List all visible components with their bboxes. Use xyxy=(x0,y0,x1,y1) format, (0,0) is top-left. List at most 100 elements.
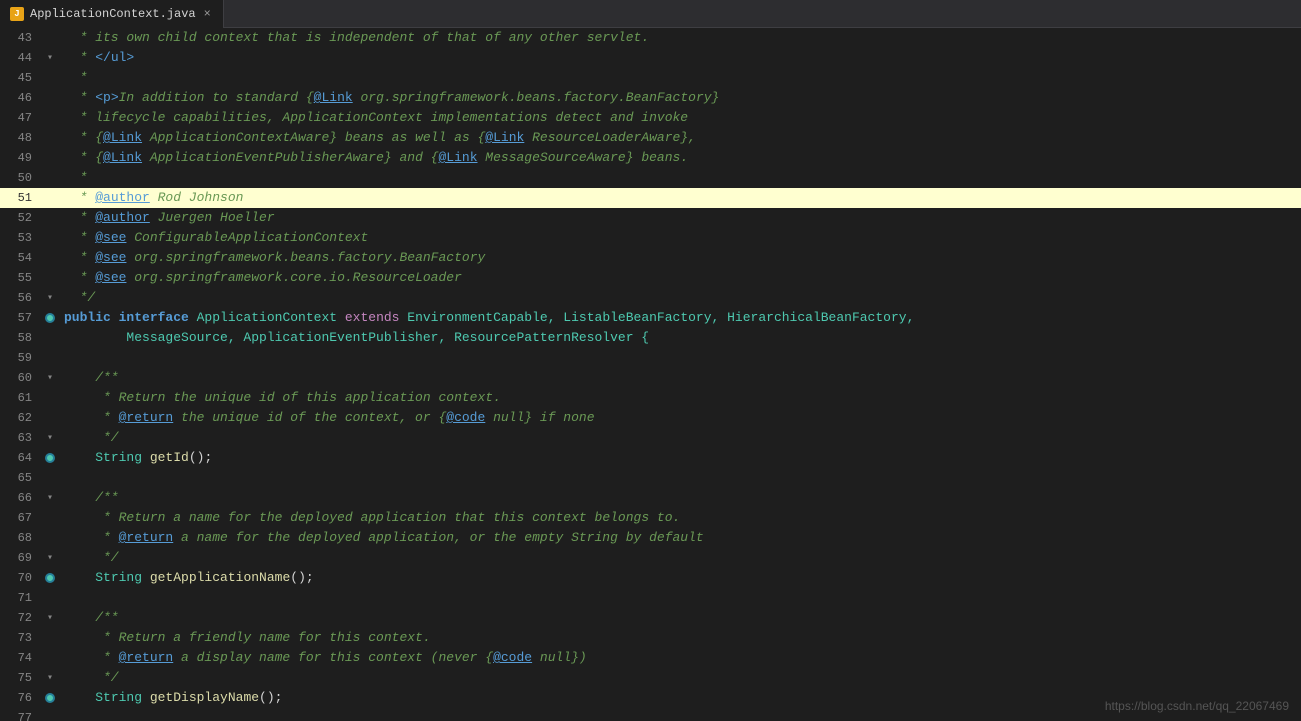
line-row: 65 xyxy=(0,468,1301,488)
line-number: 60 xyxy=(0,368,40,388)
line-content: */ xyxy=(60,428,1301,448)
line-row: 45 * xyxy=(0,68,1301,88)
line-number: 52 xyxy=(0,208,40,228)
fold-icon[interactable]: ▾ xyxy=(44,612,56,624)
line-number: 63 xyxy=(0,428,40,448)
line-content: * @author Rod Johnson xyxy=(60,188,1301,208)
line-number: 51 xyxy=(0,188,40,208)
line-row: 50 * xyxy=(0,168,1301,188)
fold-icon[interactable]: ▾ xyxy=(44,292,56,304)
fold-icon[interactable]: ▾ xyxy=(44,552,56,564)
line-number: 61 xyxy=(0,388,40,408)
line-number: 53 xyxy=(0,228,40,248)
line-number: 68 xyxy=(0,528,40,548)
line-row: 57public interface ApplicationContext ex… xyxy=(0,308,1301,328)
method-icon xyxy=(45,573,55,583)
line-row: 74 * @return a display name for this con… xyxy=(0,648,1301,668)
line-content: * <p>In addition to standard {@Link org.… xyxy=(60,88,1301,108)
line-number: 65 xyxy=(0,468,40,488)
line-row: 47 * lifecycle capabilities, Application… xyxy=(0,108,1301,128)
method-icon xyxy=(45,693,55,703)
line-row: 60▾ /** xyxy=(0,368,1301,388)
line-content xyxy=(60,348,1301,368)
line-row: 72▾ /** xyxy=(0,608,1301,628)
line-number: 57 xyxy=(0,308,40,328)
line-content: * @return the unique id of the context, … xyxy=(60,408,1301,428)
line-row: 43 * its own child context that is indep… xyxy=(0,28,1301,48)
method-icon xyxy=(45,453,55,463)
lines-container: 43 * its own child context that is indep… xyxy=(0,28,1301,721)
line-content xyxy=(60,588,1301,608)
line-number: 76 xyxy=(0,688,40,708)
line-content: * @return a name for the deployed applic… xyxy=(60,528,1301,548)
line-content: */ xyxy=(60,548,1301,568)
tab-bar: J ApplicationContext.java × xyxy=(0,0,1301,28)
line-content: * lifecycle capabilities, ApplicationCon… xyxy=(60,108,1301,128)
line-row: 51 * @author Rod Johnson xyxy=(0,188,1301,208)
line-number: 74 xyxy=(0,648,40,668)
line-number: 59 xyxy=(0,348,40,368)
watermark: https://blog.csdn.net/qq_22067469 xyxy=(1105,699,1289,713)
editor: 43 * its own child context that is indep… xyxy=(0,28,1301,721)
line-row: 54 * @see org.springframework.beans.fact… xyxy=(0,248,1301,268)
line-row: 46 * <p>In addition to standard {@Link o… xyxy=(0,88,1301,108)
line-row: 53 * @see ConfigurableApplicationContext xyxy=(0,228,1301,248)
line-content: /** xyxy=(60,488,1301,508)
line-content: * {@Link ApplicationContextAware} beans … xyxy=(60,128,1301,148)
line-content: String getId(); xyxy=(60,448,1301,468)
line-number: 62 xyxy=(0,408,40,428)
line-number: 73 xyxy=(0,628,40,648)
fold-icon[interactable]: ▾ xyxy=(44,672,56,684)
line-number: 47 xyxy=(0,108,40,128)
line-row: 52 * @author Juergen Hoeller xyxy=(0,208,1301,228)
line-row: 59 xyxy=(0,348,1301,368)
line-content: * </ul> xyxy=(60,48,1301,68)
line-content: */ xyxy=(60,288,1301,308)
line-number: 75 xyxy=(0,668,40,688)
line-number: 45 xyxy=(0,68,40,88)
line-content: MessageSource, ApplicationEventPublisher… xyxy=(60,328,1301,348)
line-number: 46 xyxy=(0,88,40,108)
line-row: 49 * {@Link ApplicationEventPublisherAwa… xyxy=(0,148,1301,168)
line-content: * xyxy=(60,168,1301,188)
java-file-icon: J xyxy=(10,7,24,21)
line-content: * its own child context that is independ… xyxy=(60,28,1301,48)
line-content: * Return the unique id of this applicati… xyxy=(60,388,1301,408)
line-row: 64 String getId(); xyxy=(0,448,1301,468)
line-number: 48 xyxy=(0,128,40,148)
fold-icon[interactable]: ▾ xyxy=(44,492,56,504)
line-content: * @see org.springframework.core.io.Resou… xyxy=(60,268,1301,288)
fold-icon[interactable]: ▾ xyxy=(44,372,56,384)
line-number: 64 xyxy=(0,448,40,468)
line-number: 55 xyxy=(0,268,40,288)
line-row: 67 * Return a name for the deployed appl… xyxy=(0,508,1301,528)
line-row: 44 ▾ * </ul> xyxy=(0,48,1301,68)
line-content: /** xyxy=(60,608,1301,628)
line-content: * @see org.springframework.beans.factory… xyxy=(60,248,1301,268)
line-number: 44 xyxy=(0,48,40,68)
line-row: 69▾ */ xyxy=(0,548,1301,568)
line-number: 43 xyxy=(0,28,40,48)
line-row: 58 MessageSource, ApplicationEventPublis… xyxy=(0,328,1301,348)
line-row: 55 * @see org.springframework.core.io.Re… xyxy=(0,268,1301,288)
line-number: 70 xyxy=(0,568,40,588)
line-row: 68 * @return a name for the deployed app… xyxy=(0,528,1301,548)
line-content: */ xyxy=(60,668,1301,688)
line-content: * @author Juergen Hoeller xyxy=(60,208,1301,228)
close-icon[interactable]: × xyxy=(202,5,213,23)
method-icon xyxy=(45,313,55,323)
file-tab[interactable]: J ApplicationContext.java × xyxy=(0,0,224,28)
line-content: * Return a friendly name for this contex… xyxy=(60,628,1301,648)
line-content: String getApplicationName(); xyxy=(60,568,1301,588)
line-row: 66 ▾ /** xyxy=(0,488,1301,508)
fold-icon[interactable]: ▾ xyxy=(44,432,56,444)
line-number: 66 xyxy=(0,488,40,508)
line-number: 54 xyxy=(0,248,40,268)
line-content xyxy=(60,468,1301,488)
line-content: * Return a name for the deployed applica… xyxy=(60,508,1301,528)
line-row: 56 ▾ */ xyxy=(0,288,1301,308)
line-row: 48 * {@Link ApplicationContextAware} bea… xyxy=(0,128,1301,148)
line-number: 56 xyxy=(0,288,40,308)
fold-icon[interactable]: ▾ xyxy=(44,52,56,64)
line-number: 50 xyxy=(0,168,40,188)
